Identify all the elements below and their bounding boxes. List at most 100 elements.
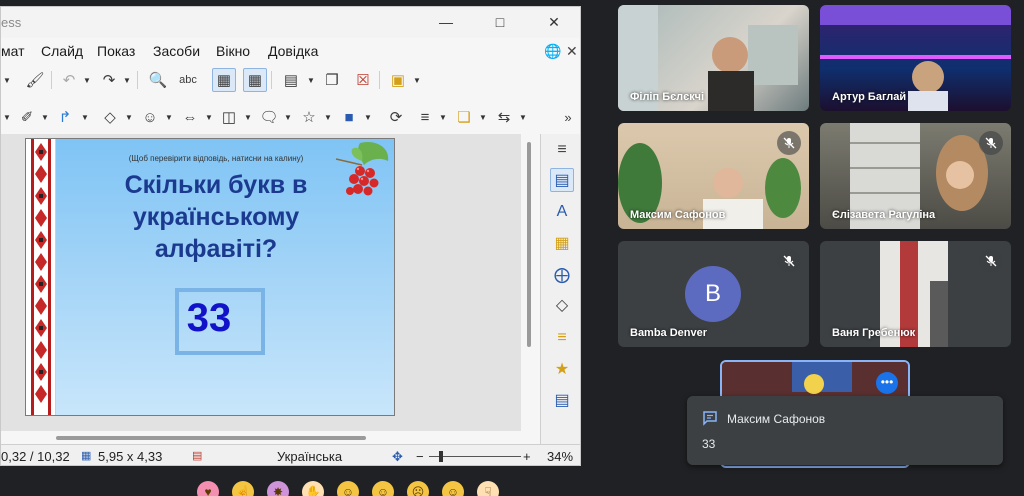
participant-tile[interactable]: Максим Сафонов: [618, 123, 809, 229]
close-button[interactable]: ✕: [542, 11, 566, 33]
block-arrows-icon[interactable]: ⇔: [178, 105, 202, 129]
maximize-button[interactable]: □: [488, 11, 512, 33]
participant-tile[interactable]: Ваня Гребенюк: [820, 241, 1011, 347]
align-icon[interactable]: ≡: [413, 105, 437, 129]
flowchart-icon[interactable]: ◫: [217, 105, 241, 129]
zoom-slider-thumb[interactable]: [439, 451, 443, 462]
stars-icon[interactable]: ☆: [297, 105, 321, 129]
undo-icon[interactable]: ↶: [57, 68, 81, 92]
symbol-shapes-icon[interactable]: ☺: [138, 105, 162, 129]
chat-notification[interactable]: Максим Сафонов 33: [687, 396, 1003, 465]
participant-tile[interactable]: Філіп Бєлєкчі: [618, 5, 809, 111]
styles-icon[interactable]: A: [550, 200, 574, 224]
callouts-dropdown-icon[interactable]: ▼: [284, 113, 292, 122]
thinking-reaction-icon[interactable]: ☺: [442, 481, 464, 496]
distribute-icon[interactable]: ⇆: [492, 105, 516, 129]
clone-formatting-icon[interactable]: 🖌: [23, 68, 47, 92]
participant-tile[interactable]: B Bamba Denver: [618, 241, 809, 347]
rotate-icon[interactable]: ⟳: [384, 105, 408, 129]
callouts-icon[interactable]: 🗨: [257, 105, 281, 129]
minimize-button[interactable]: —: [434, 11, 458, 33]
participant-tile[interactable]: Єлізавета Рагуліна: [820, 123, 1011, 229]
menu-help[interactable]: Довідка: [268, 43, 318, 59]
duplicate-slide-icon[interactable]: ❐: [320, 68, 344, 92]
viburnum-image[interactable]: [330, 139, 394, 201]
zoom-out-button[interactable]: −: [416, 449, 424, 464]
symbol-dropdown-icon[interactable]: ▼: [165, 113, 173, 122]
sidebar-menu-icon[interactable]: ≡: [550, 138, 574, 162]
distribute-dropdown-icon[interactable]: ▼: [519, 113, 527, 122]
gallery-icon[interactable]: ▦: [550, 232, 574, 256]
globe-icon[interactable]: 🌐: [544, 43, 561, 60]
dropdown-arrow-icon[interactable]: ▼: [3, 76, 11, 85]
zoom-level[interactable]: 34%: [547, 449, 573, 464]
heart-reaction-icon[interactable]: ♥: [197, 481, 219, 496]
sad-reaction-icon[interactable]: ☹: [407, 481, 429, 496]
redo-icon[interactable]: ↷: [97, 68, 121, 92]
more-options-icon[interactable]: •••: [876, 372, 898, 394]
navigator-icon[interactable]: ⨁: [550, 264, 574, 288]
align-dropdown-icon[interactable]: ▼: [439, 113, 447, 122]
master-slides-icon[interactable]: ▤: [550, 389, 574, 413]
insert-textbox-icon[interactable]: ▤: [279, 68, 303, 92]
menu-format[interactable]: мат: [1, 43, 25, 59]
slide-transition-icon[interactable]: ≡: [550, 326, 574, 350]
slide-canvas[interactable]: (Щоб перевірити відповідь, натисни на ка…: [1, 134, 521, 431]
menu-bar: мат Слайд Показ Засоби Вікно Довідка 🌐 ✕: [1, 38, 580, 64]
window-title: ess: [1, 15, 22, 30]
helplines-icon[interactable]: ▦: [243, 68, 267, 92]
party-reaction-icon[interactable]: ✸: [267, 481, 289, 496]
flowchart-dropdown-icon[interactable]: ▼: [244, 113, 252, 122]
close-document-icon[interactable]: ✕: [566, 43, 578, 60]
menu-slide[interactable]: Слайд: [41, 43, 83, 59]
stars-dropdown-icon[interactable]: ▼: [324, 113, 332, 122]
arrange-icon[interactable]: ❏: [452, 105, 476, 129]
vertical-scrollbar[interactable]: [521, 134, 539, 431]
grid-icon[interactable]: ▦: [212, 68, 236, 92]
arrows-dropdown-icon[interactable]: ▼: [205, 113, 213, 122]
spelling-icon[interactable]: abc: [176, 68, 200, 92]
vertical-scroll-thumb[interactable]: [527, 142, 531, 347]
horizontal-scroll-thumb[interactable]: [56, 436, 366, 440]
surprised-reaction-icon[interactable]: ☺: [372, 481, 394, 496]
undo-dropdown-icon[interactable]: ▼: [83, 76, 91, 85]
thumbs-down-reaction-icon[interactable]: ☟: [477, 481, 499, 496]
properties-icon[interactable]: ▤: [550, 168, 574, 192]
connector-dropdown-icon[interactable]: ▼: [81, 113, 89, 122]
delete-slide-icon[interactable]: ☒: [351, 68, 375, 92]
connector-icon[interactable]: ↱: [53, 105, 77, 129]
document-modified-icon[interactable]: ▤: [192, 449, 202, 462]
shapes-icon[interactable]: ◇: [550, 294, 574, 318]
thumbs-up-reaction-icon[interactable]: ☝: [232, 481, 254, 496]
arrange-dropdown-icon[interactable]: ▼: [479, 113, 487, 122]
slide-layout-icon[interactable]: ▣: [386, 68, 410, 92]
zoom-in-button[interactable]: +: [523, 449, 531, 464]
answer-box[interactable]: 33: [175, 288, 265, 355]
animation-icon[interactable]: ★: [550, 358, 574, 382]
layout-dropdown-icon[interactable]: ▼: [413, 76, 421, 85]
fit-slide-icon[interactable]: ✥: [392, 449, 403, 465]
3d-dropdown-icon[interactable]: ▼: [364, 113, 372, 122]
participant-tile[interactable]: Артур Баглай: [820, 5, 1011, 111]
redo-dropdown-icon[interactable]: ▼: [123, 76, 131, 85]
more-tools-icon[interactable]: »: [556, 105, 580, 129]
shapes-dropdown-icon[interactable]: ▼: [125, 113, 133, 122]
find-replace-icon[interactable]: 🔍: [146, 68, 170, 92]
dropdown-arrow-icon[interactable]: ▼: [3, 113, 11, 122]
menu-window[interactable]: Вікно: [216, 43, 250, 59]
participant-name: Максим Сафонов: [630, 209, 726, 221]
language-indicator[interactable]: Українська: [277, 449, 342, 464]
curve-icon[interactable]: ✐: [15, 105, 39, 129]
3d-objects-icon[interactable]: ■: [337, 105, 361, 129]
chat-sender-name: Максим Сафонов: [727, 412, 826, 426]
basic-shapes-icon[interactable]: ◇: [98, 105, 122, 129]
clap-reaction-icon[interactable]: ✋: [302, 481, 324, 496]
menu-show[interactable]: Показ: [97, 43, 135, 59]
muted-mic-icon: [777, 249, 801, 273]
textbox-dropdown-icon[interactable]: ▼: [307, 76, 315, 85]
laugh-reaction-icon[interactable]: ☺: [337, 481, 359, 496]
horizontal-scrollbar[interactable]: [1, 431, 541, 445]
slide[interactable]: (Щоб перевірити відповідь, натисни на ка…: [25, 138, 395, 416]
curve-dropdown-icon[interactable]: ▼: [41, 113, 49, 122]
menu-tools[interactable]: Засоби: [153, 43, 200, 59]
